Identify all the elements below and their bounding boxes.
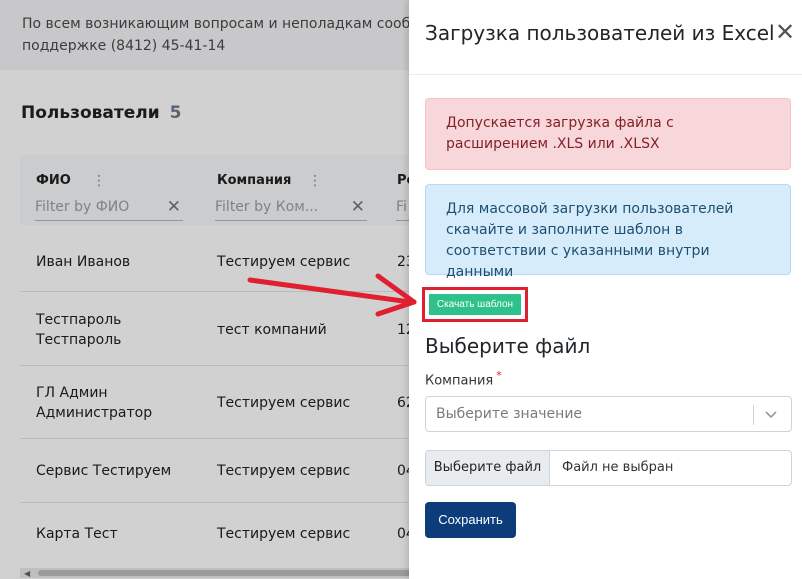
company-select-placeholder: Выберите значение <box>436 406 583 422</box>
drawer-header: Загрузка пользователей из Excel ✕ <box>409 0 802 75</box>
file-input[interactable]: Выберите файл Файл не выбран <box>425 450 792 486</box>
chevron-down-icon[interactable] <box>764 401 778 433</box>
highlight-frame: Скачать шаблон <box>422 287 528 322</box>
file-status: Файл не выбран <box>562 460 674 475</box>
company-label: Компания * <box>425 369 502 388</box>
download-template-button[interactable]: Скачать шаблон <box>429 294 521 315</box>
company-select[interactable]: Выберите значение <box>425 396 792 432</box>
modal-backdrop[interactable] <box>0 0 409 579</box>
choose-file-button[interactable]: Выберите файл <box>426 451 550 485</box>
excel-import-drawer: Загрузка пользователей из Excel ✕ Допуск… <box>409 0 802 579</box>
file-extension-alert: Допускается загрузка файла с расширением… <box>425 98 791 170</box>
select-separator <box>753 405 754 425</box>
required-mark: * <box>496 369 502 382</box>
save-button[interactable]: Сохранить <box>425 502 516 538</box>
template-info-alert: Для массовой загрузки пользователей скач… <box>425 184 791 280</box>
choose-file-heading: Выберите файл <box>425 334 591 358</box>
company-label-text: Компания <box>425 373 494 389</box>
close-icon[interactable]: ✕ <box>775 20 795 44</box>
drawer-title: Загрузка пользователей из Excel <box>425 21 775 45</box>
